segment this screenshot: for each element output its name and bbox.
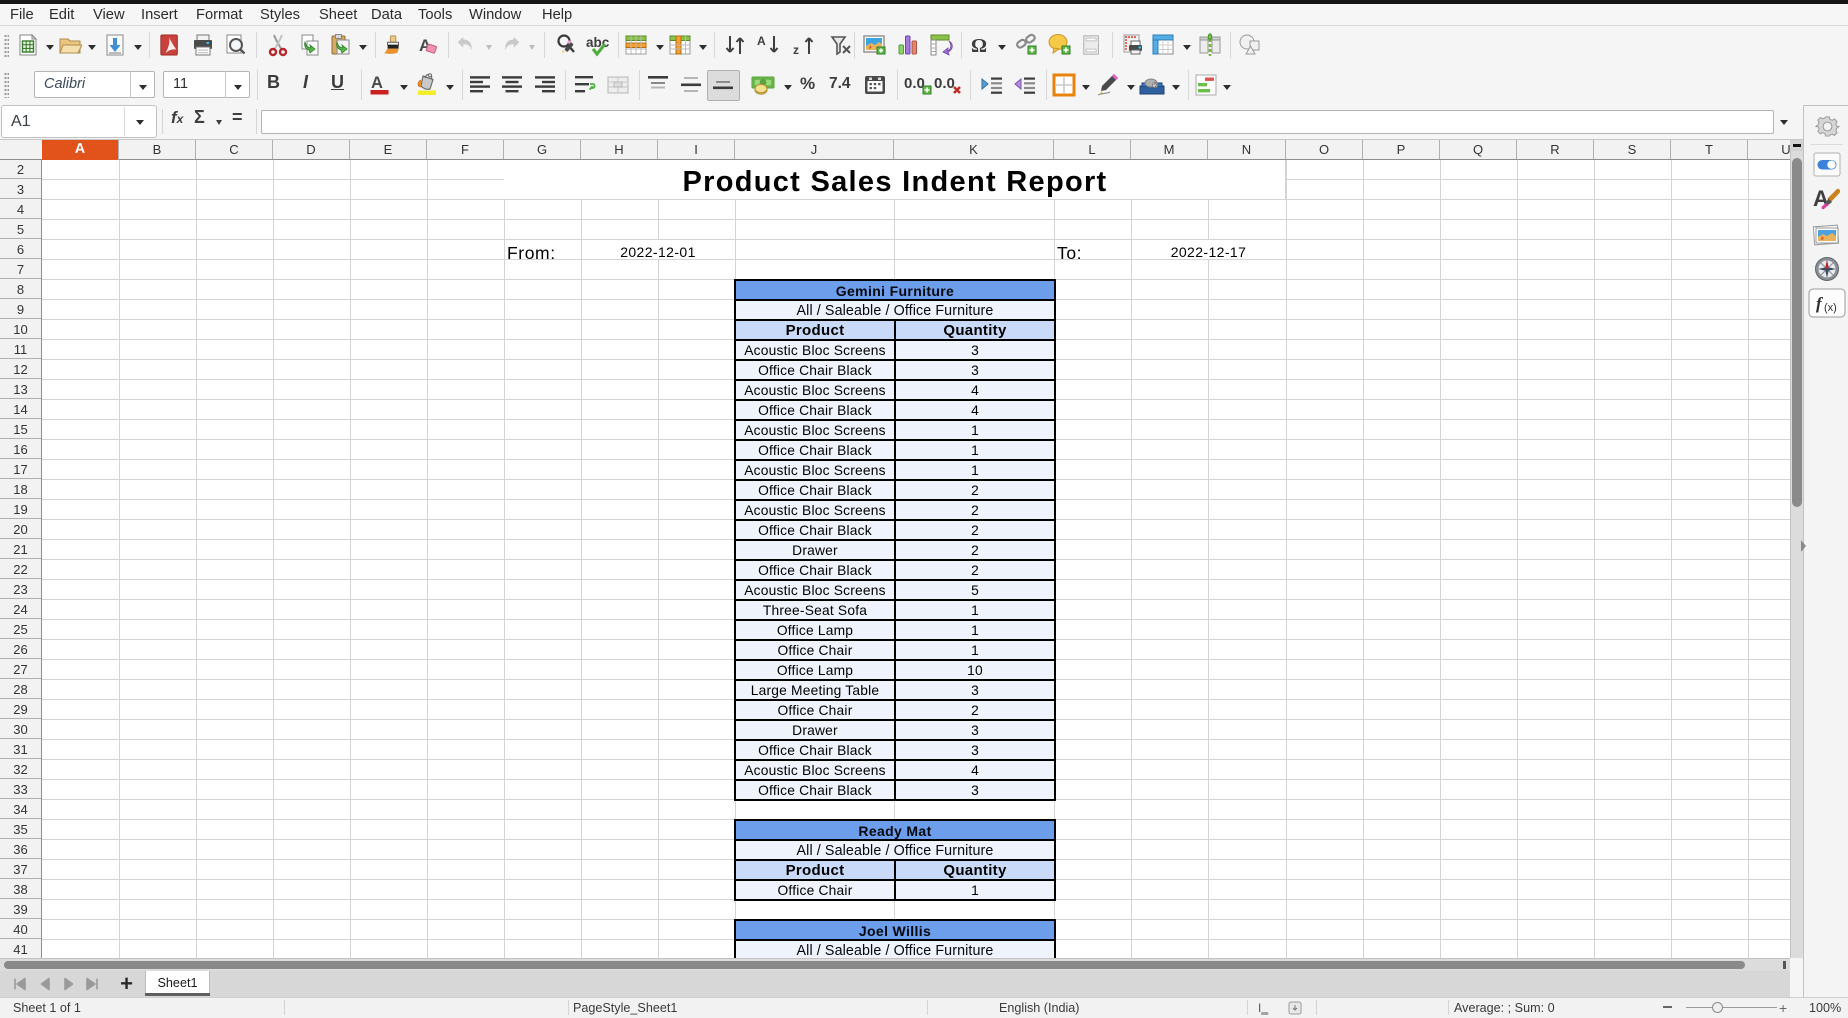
svg-text:Ω: Ω <box>971 35 987 57</box>
svg-text:A: A <box>1813 186 1829 211</box>
svg-text:A: A <box>371 74 383 92</box>
svg-text:0.0: 0.0 <box>934 75 955 92</box>
svg-text:A: A <box>757 34 766 48</box>
svg-text:abc: abc <box>586 35 610 50</box>
svg-text:(x): (x) <box>1824 302 1837 314</box>
svg-text:0.0: 0.0 <box>904 75 925 92</box>
svg-text:z: z <box>793 43 799 57</box>
